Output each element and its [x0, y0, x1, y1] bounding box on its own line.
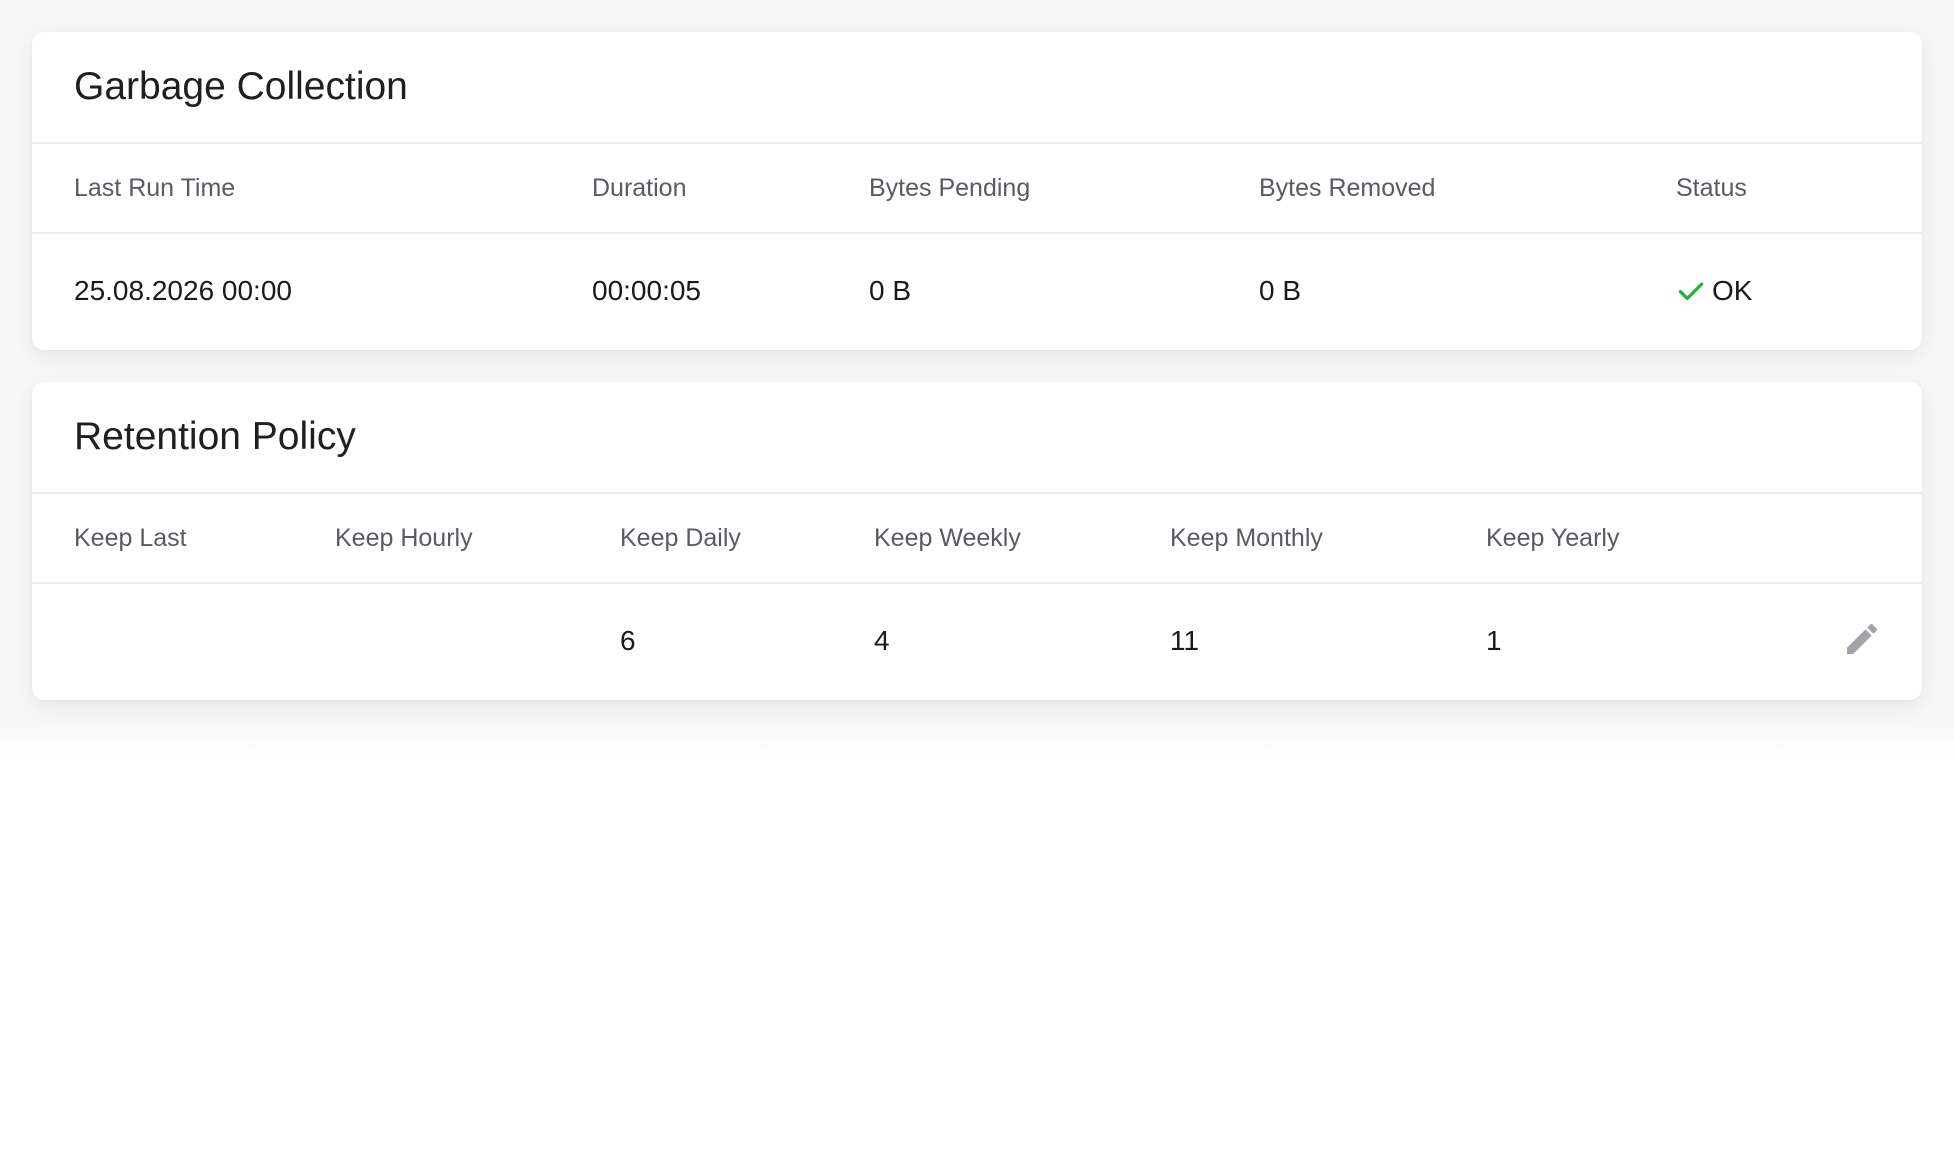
column-header-status[interactable]: Status [1676, 144, 1747, 232]
column-header-keep-yearly[interactable]: Keep Yearly [1486, 494, 1619, 582]
bytes-removed-value: 0 B [1259, 275, 1302, 306]
duration-value: 00:00:05 [592, 275, 701, 306]
column-header-keep-hourly[interactable]: Keep Hourly [335, 494, 473, 582]
check-icon [1676, 276, 1706, 306]
pencil-icon [1842, 619, 1882, 664]
retention-policy-header-row: Keep Last Keep Hourly Keep Daily Keep We… [32, 494, 1922, 584]
keep-yearly-value: 1 [1486, 625, 1502, 656]
status-value: OK [1676, 234, 1752, 348]
retention-policy-card: Retention Policy Keep Last Keep Hourly K… [32, 382, 1922, 700]
table-row[interactable]: 25.08.2026 00:00 00:00:05 0 B 0 B OK [32, 234, 1922, 348]
column-header-last-run-time[interactable]: Last Run Time [74, 144, 235, 232]
edit-retention-policy-button[interactable] [1840, 619, 1884, 663]
table-row[interactable]: 6 4 11 1 [32, 584, 1922, 698]
column-header-keep-monthly[interactable]: Keep Monthly [1170, 494, 1323, 582]
garbage-collection-card: Garbage Collection Last Run Time Duratio… [32, 32, 1922, 350]
keep-monthly-value: 11 [1170, 625, 1200, 656]
column-header-keep-daily[interactable]: Keep Daily [620, 494, 741, 582]
column-header-keep-last[interactable]: Keep Last [74, 494, 187, 582]
bytes-pending-value: 0 B [869, 275, 912, 306]
status-text: OK [1712, 275, 1753, 306]
garbage-collection-title: Garbage Collection [32, 32, 1922, 144]
keep-weekly-value: 4 [874, 625, 890, 656]
page: Garbage Collection Last Run Time Duratio… [0, 0, 1954, 1150]
garbage-collection-header-row: Last Run Time Duration Bytes Pending Byt… [32, 144, 1922, 234]
column-header-bytes-removed[interactable]: Bytes Removed [1259, 144, 1435, 232]
column-header-bytes-pending[interactable]: Bytes Pending [869, 144, 1030, 232]
column-header-duration[interactable]: Duration [592, 144, 687, 232]
retention-policy-title: Retention Policy [32, 382, 1922, 494]
keep-daily-value: 6 [620, 625, 636, 656]
last-run-time-value: 25.08.2026 00:00 [74, 275, 292, 306]
column-header-keep-weekly[interactable]: Keep Weekly [874, 494, 1021, 582]
